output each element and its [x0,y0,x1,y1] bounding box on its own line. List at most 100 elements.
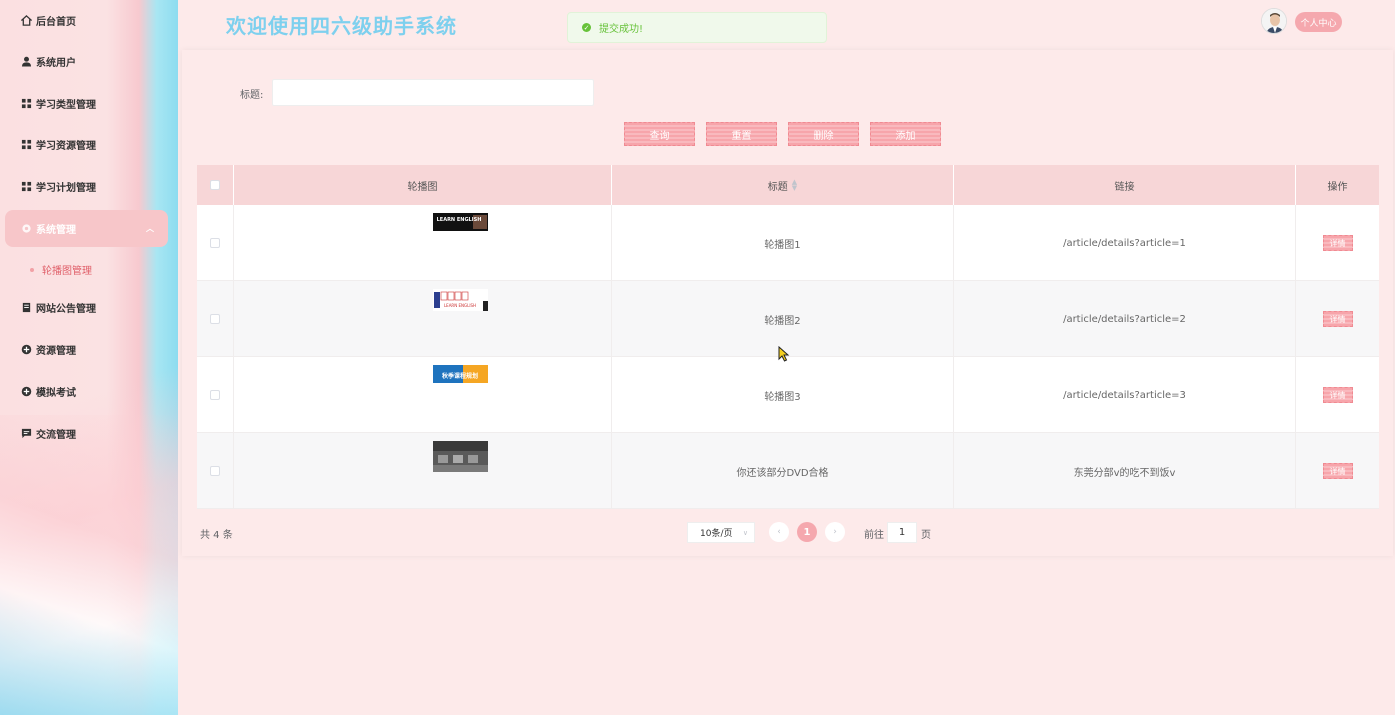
row-checkbox[interactable] [210,466,220,476]
link-cell: /article/details?article=2 [954,281,1296,357]
select-all-cell [197,165,234,205]
sidebar-item-label: 交流管理 [36,430,76,441]
carousel-thumbnail: 秋季课程规划 [433,365,488,383]
chevron-up-icon: ︿ [146,224,154,233]
table-header: 轮播图 标题 ▲ ▼ 链接 操作 [197,165,1379,205]
chevron-left-icon: ‹ [777,527,781,537]
thumbnail-text: LEARN ENGLISH [444,303,476,308]
title-cell: 你还该部分DVD合格 [612,433,954,509]
sidebar-item-study-types[interactable]: 学习类型管理 [5,85,168,122]
carousel-thumbnail: LEARN ENGLISH [433,289,488,311]
header-link: 链接 [954,165,1296,205]
title-cell: 轮播图1 [612,205,954,281]
row-checkbox[interactable] [210,238,220,248]
user-icon [20,56,32,68]
prev-page-button[interactable]: ‹ [769,522,789,542]
title-search-input[interactable] [272,79,594,106]
add-button[interactable]: 添加 [870,122,941,146]
header-title[interactable]: 标题 ▲ ▼ [612,165,954,205]
sidebar-subitem-carousel[interactable]: 轮播图管理 [30,262,92,277]
action-cell: 详情 [1296,205,1379,281]
row-select-cell [197,281,234,357]
chat-icon [20,428,32,440]
sidebar-item-label: 模拟考试 [36,388,76,399]
sidebar-item-label: 学习类型管理 [36,100,96,111]
grid-icon [20,181,32,193]
header-image: 轮播图 [234,165,612,205]
link-cell: /article/details?article=3 [954,357,1296,433]
detail-button[interactable]: 详情 [1322,387,1353,403]
image-cell [234,433,612,509]
check-circle-icon: ✓ [582,23,591,32]
row-select-cell [197,205,234,281]
plus-circle-icon [20,386,32,398]
sidebar-item-study-resources[interactable]: 学习资源管理 [5,126,168,163]
sidebar-item-label: 资源管理 [36,346,76,357]
page-unit-label: 页 [921,530,931,541]
image-cell: 秋季课程规划 [234,357,612,433]
search-label: 标题: [240,90,264,101]
user-center-button[interactable]: 个人中心 [1295,12,1342,32]
detail-button[interactable]: 详情 [1322,463,1353,479]
gear-icon [20,223,32,235]
sidebar-item-study-plans[interactable]: 学习计划管理 [5,168,168,205]
table-row: 你还该部分DVD合格 东莞分部v的吃不到饭v 详情 [197,433,1379,509]
detail-button[interactable]: 详情 [1322,311,1353,327]
link-cell: /article/details?article=1 [954,205,1296,281]
sidebar-item-label: 系统用户 [36,58,76,69]
page-size-value: 10条/页 [700,529,733,539]
sidebar-item-home[interactable]: 后台首页 [5,2,168,39]
table-row: 秋季课程规划 轮播图3 /article/details?article=3 详… [197,357,1379,433]
row-select-cell [197,433,234,509]
delete-button[interactable]: 删除 [788,122,859,146]
action-cell: 详情 [1296,281,1379,357]
total-count: 共 4 条 [200,530,233,541]
notice-icon [20,302,32,314]
sidebar-item-label: 网站公告管理 [36,304,96,315]
action-cell: 详情 [1296,357,1379,433]
carousel-table: 轮播图 标题 ▲ ▼ 链接 操作 LEARN ENGLISH 轮播图1 /arti… [197,165,1379,509]
header-title-label: 标题 [767,181,788,193]
bullet-icon [30,267,34,272]
chevron-right-icon: › [833,527,837,537]
sort-icon[interactable]: ▲ ▼ [792,179,797,192]
sidebar-item-notices[interactable]: 网站公告管理 [5,289,168,326]
query-button[interactable]: 查询 [624,122,695,146]
sidebar: 后台首页 系统用户 学习类型管理 学习资源管理 学习计划管理 系统管理 ︿ 轮播… [0,0,178,715]
carousel-thumbnail: LEARN ENGLISH [433,213,488,231]
detail-button[interactable]: 详情 [1322,235,1353,251]
avatar[interactable] [1261,8,1287,34]
row-checkbox[interactable] [210,390,220,400]
sidebar-item-forum[interactable]: 交流管理 [5,415,168,452]
image-cell: LEARN ENGLISH [234,281,612,357]
sidebar-item-label: 后台首页 [36,17,76,28]
table-row: LEARN ENGLISH 轮播图1 /article/details?arti… [197,205,1379,281]
home-icon [20,15,32,27]
app-title: 欢迎使用四六级助手系统 [226,14,457,38]
sidebar-item-resources[interactable]: 资源管理 [5,331,168,368]
sidebar-item-label: 学习资源管理 [36,141,96,152]
plus-circle-icon [20,344,32,356]
image-cell: LEARN ENGLISH [234,205,612,281]
thumbnail-text: LEARN ENGLISH [437,217,482,223]
chevron-down-icon: ∨ [742,528,748,537]
header-action: 操作 [1327,181,1348,193]
page-number-current[interactable]: 1 [797,522,817,542]
action-cell: 详情 [1296,433,1379,509]
sidebar-item-mock-exam[interactable]: 模拟考试 [5,373,168,410]
select-all-checkbox[interactable] [210,180,220,190]
sidebar-item-users[interactable]: 系统用户 [5,43,168,80]
grid-icon [20,98,32,110]
link-cell: 东莞分部v的吃不到饭v [954,433,1296,509]
sidebar-item-label: 系统管理 [36,225,76,236]
goto-page-input[interactable]: 1 [887,522,917,543]
next-page-button[interactable]: › [825,522,845,542]
row-checkbox[interactable] [210,314,220,324]
success-toast: ✓ 提交成功! [567,12,827,43]
sidebar-item-system[interactable]: 系统管理 ︿ [5,210,168,247]
grid-icon [20,139,32,151]
reset-button[interactable]: 重置 [706,122,777,146]
page-size-select[interactable]: 10条/页 ∨ [687,522,755,543]
goto-label: 前往 [864,530,884,541]
toast-message: 提交成功! [599,24,644,35]
